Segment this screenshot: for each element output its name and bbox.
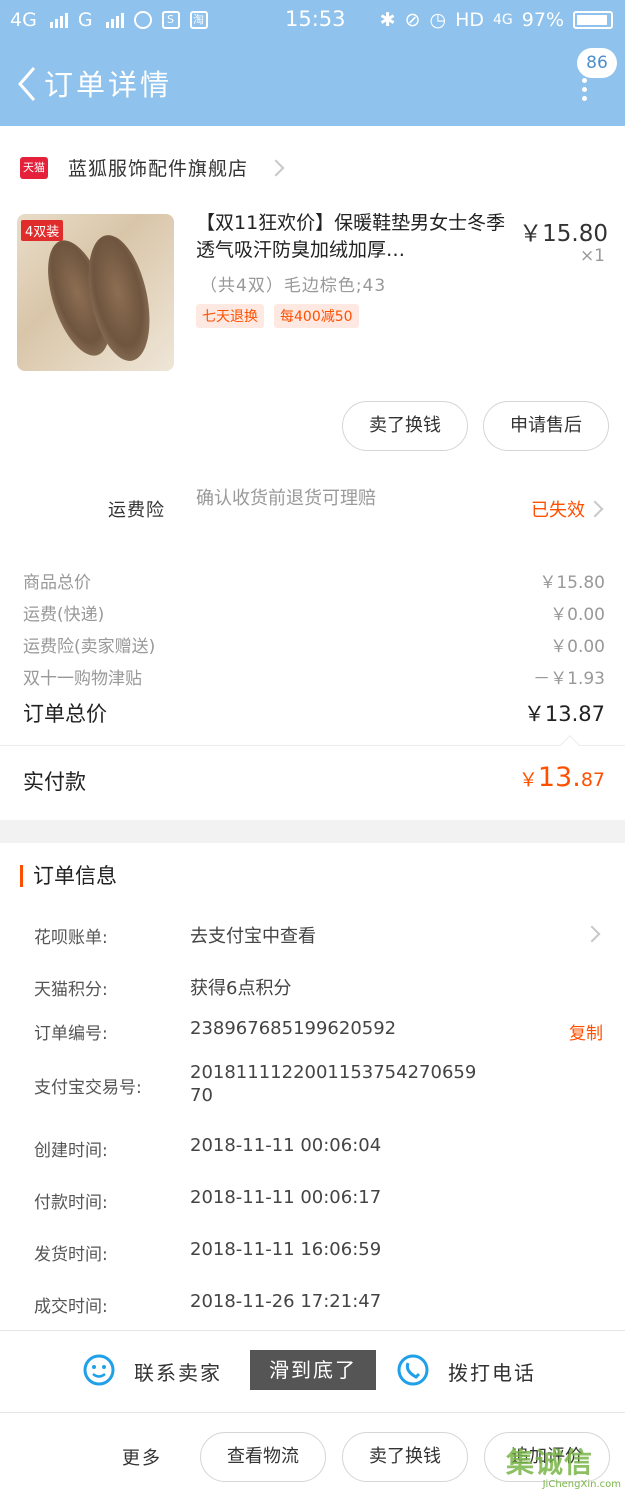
view-logistics-button[interactable]: 查看物流 (200, 1432, 326, 1482)
order-action-bar: 更多 查看物流 卖了换钱 追加评价 集诚信 JiChengXin.com (0, 1412, 625, 1500)
info-label: 订单编号: (34, 1024, 108, 1044)
paid-amount: ￥13.87 (518, 762, 605, 793)
phone-icon[interactable] (396, 1353, 430, 1387)
hd-indicator: HD (455, 9, 484, 31)
order-info-card: 订单信息 花呗账单: 去支付宝中查看 天猫积分: 获得6点积分 订单编号: 23… (0, 843, 625, 1330)
shop-name: 蓝狐服饰配件旗舰店 (68, 158, 249, 180)
cost-row: 运费险(卖家赠送) ￥0.00 (23, 637, 605, 657)
shipping-insurance-label: 运费险 (108, 500, 165, 521)
back-arrow-icon[interactable] (14, 64, 40, 104)
message-count-badge[interactable]: 86 (577, 48, 617, 78)
call-seller-button[interactable]: 拨打电话 (448, 1357, 536, 1386)
info-label: 支付宝交易号: (34, 1078, 142, 1098)
shipping-insurance-status[interactable]: 已失效 (531, 496, 585, 522)
tmall-logo-icon: 天猫 (20, 156, 48, 179)
more-button[interactable]: 更多 (122, 1444, 162, 1470)
divider (0, 745, 625, 746)
info-value: 2018-11-11 00:06:04 (190, 1135, 382, 1156)
copy-order-number-button[interactable]: 复制 (569, 1019, 603, 1044)
signal-icon-2 (105, 12, 124, 28)
app-notification-icon (133, 11, 152, 29)
product-quantity: ×1 (579, 246, 605, 266)
info-value: 获得6点积分 (190, 978, 292, 999)
sell-for-cash-button-2[interactable]: 卖了换钱 (342, 1432, 468, 1482)
info-value: 2018-11-26 17:21:47 (190, 1291, 382, 1312)
alarm-icon: ◷ (429, 9, 447, 31)
shipping-insurance-description: 确认收货前退货可理赔 (196, 488, 376, 509)
network-indicator-2: G (77, 9, 93, 31)
watermark-logo: 集诚信 JiChengXin.com (506, 1446, 621, 1490)
info-value: 2018-11-11 16:06:59 (190, 1239, 382, 1260)
info-label: 创建时间: (34, 1141, 108, 1161)
order-product-card: 天猫 蓝狐服饰配件旗舰店 4双装 【双11狂欢价】保暖鞋垫男女士冬季透气吸汗防臭… (0, 126, 625, 820)
chat-bubble-icon[interactable] (82, 1353, 116, 1387)
chevron-right-icon (583, 925, 601, 943)
apply-aftersale-button[interactable]: 申请售后 (483, 401, 609, 451)
paid-label: 实付款 (23, 770, 86, 794)
product-title[interactable]: 【双11狂欢价】保暖鞋垫男女士冬季透气吸汗防臭加绒加厚… (196, 210, 516, 264)
info-label: 天猫积分: (34, 980, 108, 1000)
network-indicator-1: 4G (10, 9, 37, 31)
promo-tag: 每400减50 (274, 304, 359, 328)
more-options-icon[interactable] (582, 78, 588, 102)
battery-icon (573, 11, 613, 29)
cost-row: 运费(快递) ￥0.00 (23, 605, 605, 625)
contact-seller-button[interactable]: 联系卖家 (134, 1357, 222, 1386)
clock: 15:53 (285, 7, 346, 31)
order-number: 238967685199620592 (190, 1018, 397, 1039)
huabei-link[interactable]: 去支付宝中查看 (190, 922, 316, 948)
sell-for-cash-button[interactable]: 卖了换钱 (342, 401, 468, 451)
order-info-title: 订单信息 (20, 865, 117, 887)
info-label: 成交时间: (34, 1297, 108, 1317)
info-label: 发货时间: (34, 1245, 108, 1265)
contact-bar: 联系卖家 滑到底了 拨打电话 (0, 1330, 625, 1412)
taobao-icon: 淘 (189, 11, 208, 29)
app-header: 订单详情 86 (0, 42, 625, 126)
chevron-right-icon (267, 159, 285, 176)
alipay-trade-number-cont: 70 (190, 1085, 213, 1106)
network-indicator-3: 4G (493, 12, 513, 28)
info-label: 花呗账单: (34, 928, 108, 948)
battery-percent: 97% (521, 9, 564, 31)
shop-link[interactable]: 天猫 蓝狐服饰配件旗舰店 (20, 154, 285, 181)
service-tag: 七天退换 (196, 304, 264, 328)
page-title: 订单详情 (44, 68, 173, 102)
chevron-right-icon (586, 500, 604, 518)
product-price: ￥15.80 (519, 221, 608, 247)
product-image-tag: 4双装 (21, 220, 64, 241)
info-label: 付款时间: (34, 1193, 108, 1213)
end-of-list-toast: 滑到底了 (250, 1350, 376, 1390)
divider-notch (560, 735, 580, 755)
product-spec: （共4双）毛边棕色;43 (200, 276, 387, 296)
info-value: 2018-11-11 00:06:17 (190, 1187, 382, 1208)
mute-icon: ⊘ (404, 9, 421, 31)
cost-row: 双十一购物津贴 －￥1.93 (23, 669, 605, 689)
signal-icon (49, 12, 68, 28)
bluetooth-icon: ✱ (379, 9, 396, 31)
cost-row: 商品总价 ￥15.80 (23, 573, 605, 593)
alipay-trade-number: 2018111122001153754270659 (190, 1062, 477, 1083)
order-total-row: 订单总价 ￥13.87 (23, 702, 605, 726)
status-bar: 4G G S 淘 15:53 ✱ ⊘ ◷ HD 4G 97% (0, 0, 625, 42)
product-image[interactable]: 4双装 (17, 214, 174, 371)
app-s-icon: S (161, 11, 180, 29)
